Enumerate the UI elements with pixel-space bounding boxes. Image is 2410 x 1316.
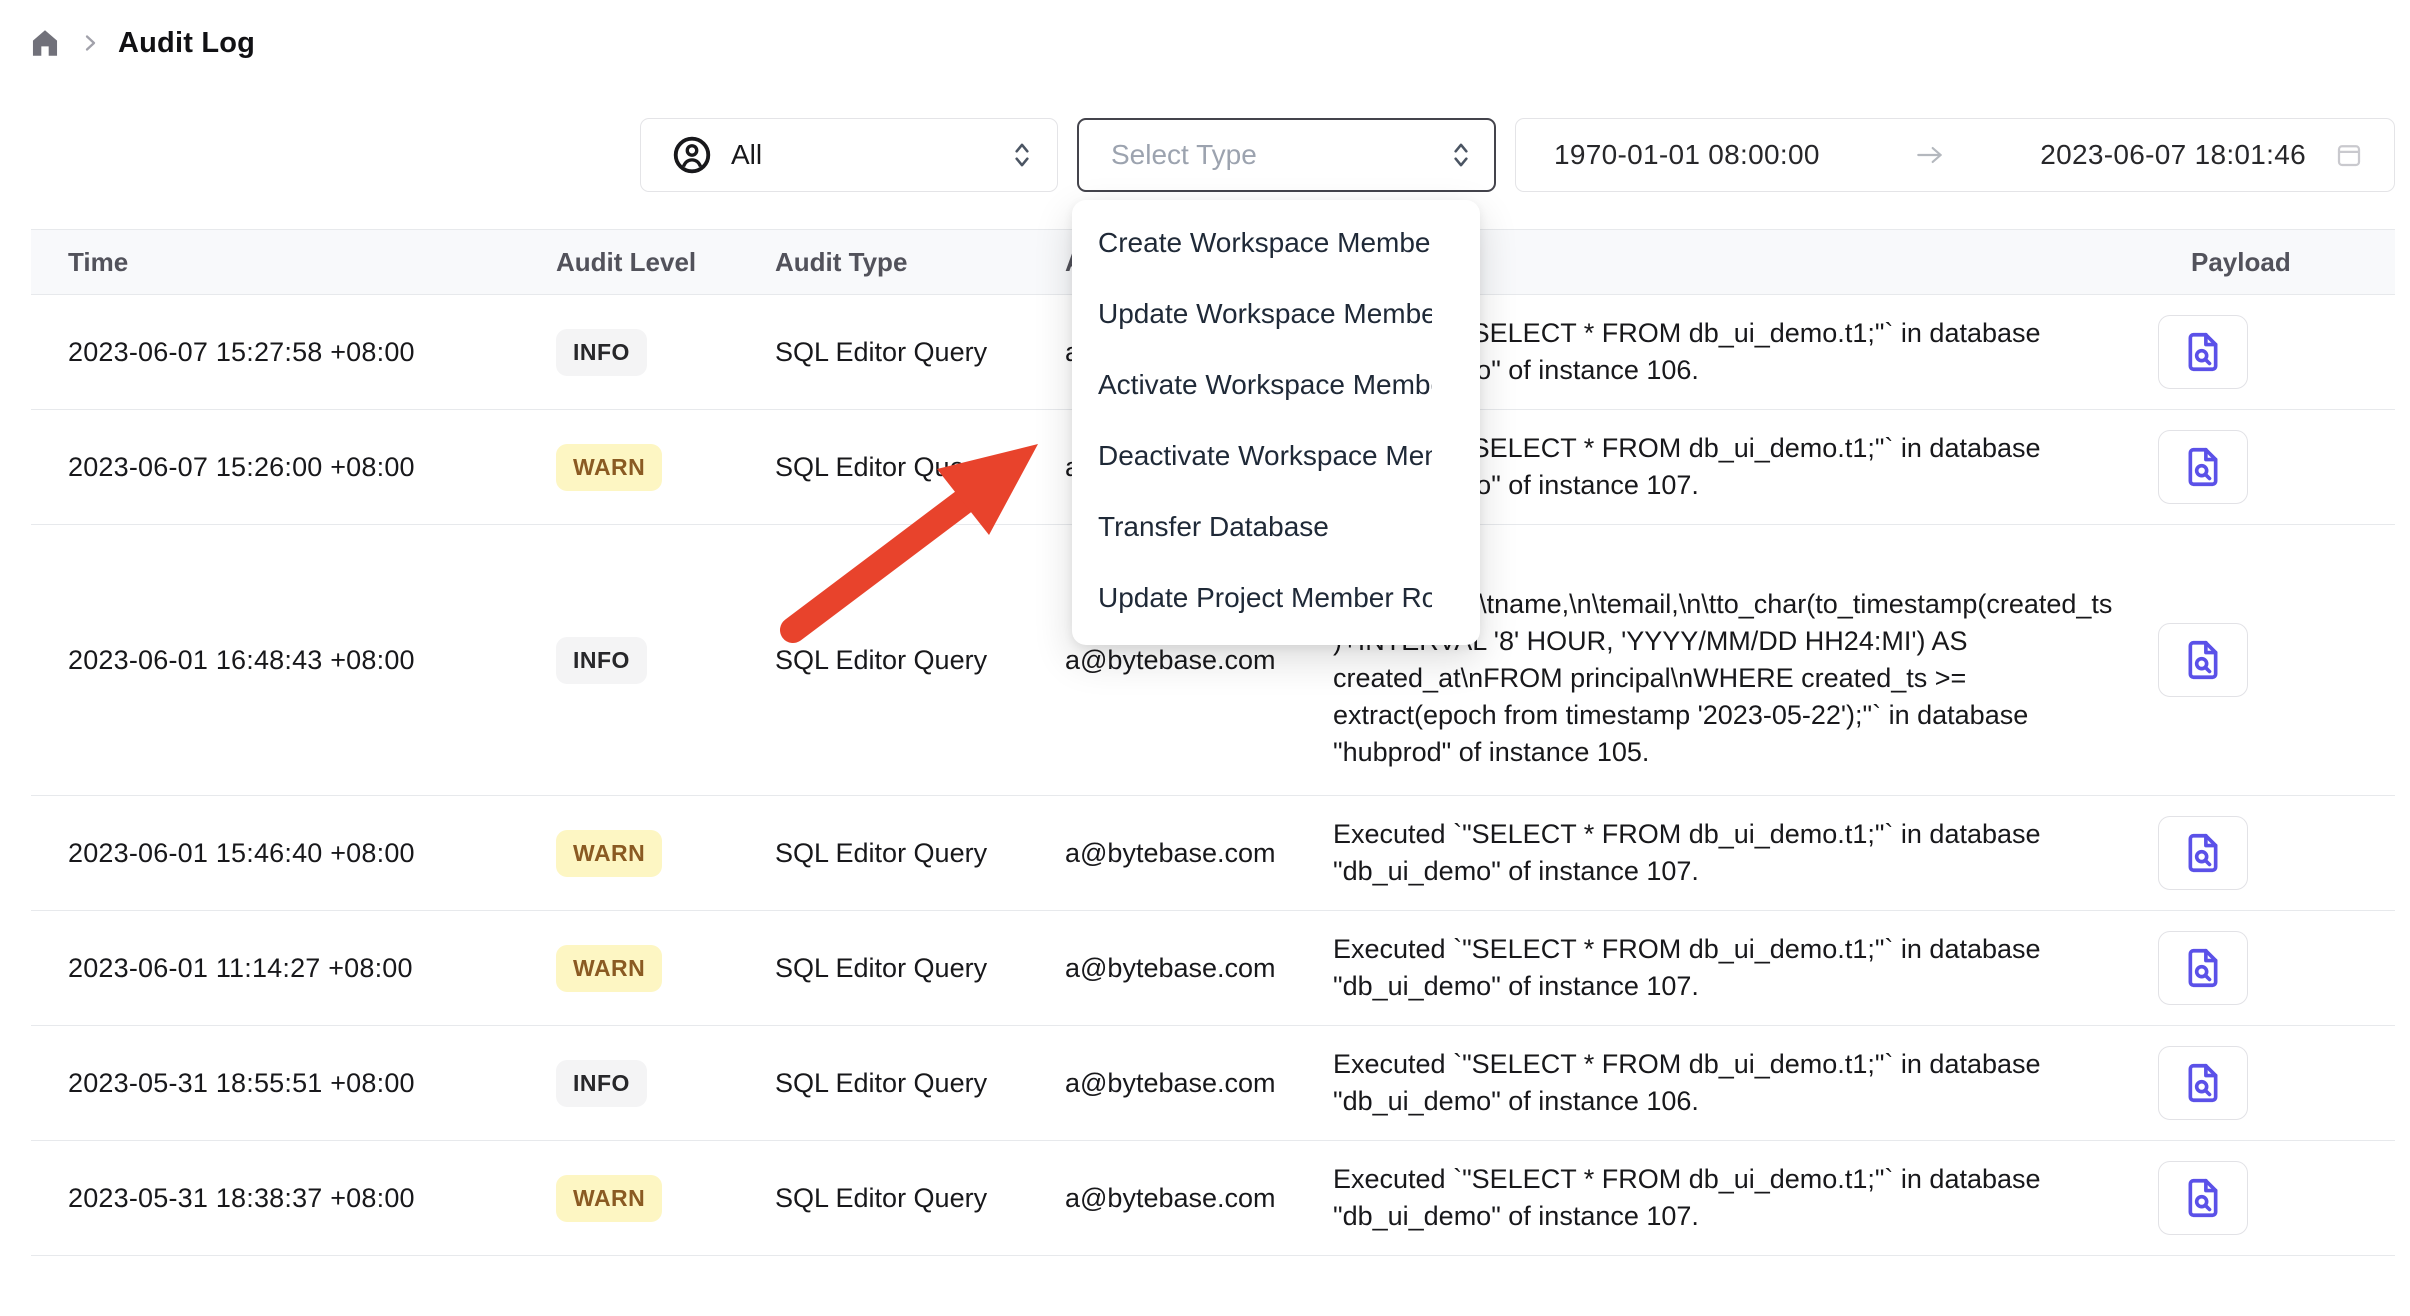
table-row: 2023-06-01 11:14:27 +08:00 WARN SQL Edit…	[31, 911, 2395, 1026]
payload-view-button[interactable]	[2158, 931, 2248, 1005]
user-circle-icon	[671, 134, 713, 176]
status-badge: INFO	[556, 1060, 647, 1107]
file-search-icon	[2180, 829, 2226, 877]
cell-comment: Executed `"SELECT * FROM db_ui_demo.t1;"…	[1296, 816, 2136, 890]
cell-time: 2023-05-31 18:55:51 +08:00	[31, 1068, 519, 1099]
breadcrumb: Audit Log	[28, 26, 255, 60]
cell-time: 2023-06-01 15:46:40 +08:00	[31, 838, 519, 869]
type-filter-select[interactable]: Select Type	[1077, 118, 1496, 192]
cell-time: 2023-06-01 16:48:43 +08:00	[31, 645, 519, 676]
payload-view-button[interactable]	[2158, 816, 2248, 890]
chevrons-up-down-icon	[1450, 139, 1472, 171]
cell-audit-type: SQL Editor Query	[738, 337, 1028, 368]
cell-time: 2023-05-31 18:38:37 +08:00	[31, 1183, 519, 1214]
file-search-icon	[2180, 636, 2226, 684]
cell-comment: Executed `"SELECT * FROM db_ui_demo.t1;"…	[1296, 1161, 2136, 1235]
date-range-end[interactable]: 2023-06-07 18:01:46	[2040, 139, 2306, 171]
cell-comment: Executed `"SELECT * FROM db_ui_demo.t1;"…	[1296, 1046, 2136, 1120]
file-search-icon	[2180, 944, 2226, 992]
file-search-icon	[2180, 1059, 2226, 1107]
cell-actor: a@bytebase.com	[1028, 838, 1296, 869]
chevrons-up-down-icon	[1011, 139, 1033, 171]
cell-actor: a@bytebase.com	[1028, 1068, 1296, 1099]
cell-time: 2023-06-07 15:27:58 +08:00	[31, 337, 519, 368]
payload-view-button[interactable]	[2158, 623, 2248, 697]
type-select-dropdown: Create Workspace Member Update Workspace…	[1072, 200, 1480, 645]
date-range-start[interactable]: 1970-01-01 08:00:00	[1554, 139, 1820, 171]
payload-view-button[interactable]	[2158, 315, 2248, 389]
status-badge: WARN	[556, 444, 662, 491]
cell-audit-type: SQL Editor Query	[738, 838, 1028, 869]
cell-audit-type: SQL Editor Query	[738, 1183, 1028, 1214]
cell-comment: Executed `"SELECT * FROM db_ui_demo.t1;"…	[1296, 931, 2136, 1005]
cell-audit-type: SQL Editor Query	[738, 452, 1028, 483]
actor-filter-value: All	[731, 139, 762, 171]
actor-filter-select[interactable]: All	[640, 118, 1058, 192]
status-badge: WARN	[556, 1175, 662, 1222]
cell-audit-type: SQL Editor Query	[738, 645, 1028, 676]
status-badge: WARN	[556, 945, 662, 992]
dropdown-item-update-project-member[interactable]: Update Project Member Role	[1072, 562, 1480, 633]
status-badge: INFO	[556, 637, 647, 684]
status-badge: INFO	[556, 329, 647, 376]
cell-audit-type: SQL Editor Query	[738, 1068, 1028, 1099]
cell-time: 2023-06-07 15:26:00 +08:00	[31, 452, 519, 483]
cell-actor: a@bytebase.com	[1028, 645, 1296, 676]
column-header-payload: Payload	[2136, 247, 2395, 278]
payload-view-button[interactable]	[2158, 1046, 2248, 1120]
dropdown-item-update-workspace-member[interactable]: Update Workspace Member	[1072, 278, 1480, 349]
table-row: 2023-06-01 15:46:40 +08:00 WARN SQL Edit…	[31, 796, 2395, 911]
arrow-right-icon	[1914, 142, 1946, 168]
table-row: 2023-05-31 18:38:37 +08:00 WARN SQL Edit…	[31, 1141, 2395, 1256]
dropdown-item-create-workspace-member[interactable]: Create Workspace Member	[1072, 207, 1480, 278]
cell-actor: a@bytebase.com	[1028, 1183, 1296, 1214]
status-badge: WARN	[556, 830, 662, 877]
dropdown-item-activate-workspace-member[interactable]: Activate Workspace Member	[1072, 349, 1480, 420]
column-header-time: Time	[31, 247, 519, 278]
column-header-audit-level: Audit Level	[519, 247, 738, 278]
dropdown-item-transfer-database[interactable]: Transfer Database	[1072, 491, 1480, 562]
column-header-audit-type: Audit Type	[738, 247, 1028, 278]
home-icon[interactable]	[28, 26, 62, 60]
file-search-icon	[2180, 443, 2226, 491]
date-range-picker[interactable]: 1970-01-01 08:00:00 2023-06-07 18:01:46	[1515, 118, 2395, 192]
payload-view-button[interactable]	[2158, 1161, 2248, 1235]
page-title: Audit Log	[118, 27, 255, 60]
calendar-icon	[2334, 140, 2364, 170]
file-search-icon	[2180, 1174, 2226, 1222]
table-row: 2023-05-31 18:55:51 +08:00 INFO SQL Edit…	[31, 1026, 2395, 1141]
cell-actor: a@bytebase.com	[1028, 953, 1296, 984]
cell-time: 2023-06-01 11:14:27 +08:00	[31, 953, 519, 984]
cell-audit-type: SQL Editor Query	[738, 953, 1028, 984]
table-bottom-spacer	[31, 1256, 2395, 1316]
type-filter-placeholder: Select Type	[1111, 139, 1257, 171]
breadcrumb-chevron-icon	[78, 31, 102, 55]
file-search-icon	[2180, 328, 2226, 376]
payload-view-button[interactable]	[2158, 430, 2248, 504]
dropdown-item-deactivate-workspace-member[interactable]: Deactivate Workspace Member	[1072, 420, 1480, 491]
filter-bar: All Select Type 1970-01-01 08:00:00 2023…	[640, 118, 2395, 192]
